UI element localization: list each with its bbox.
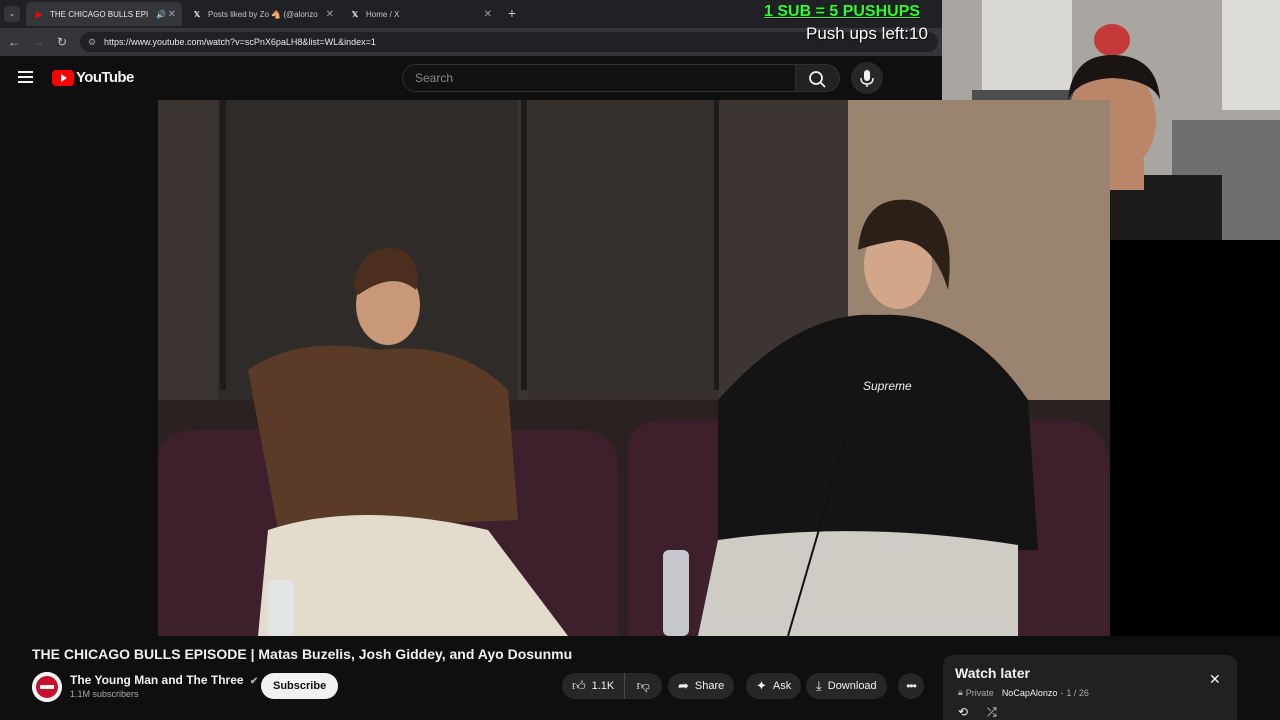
- voice-search-button[interactable]: [851, 62, 883, 94]
- video-pillarbox-right: [1110, 240, 1280, 636]
- lock-icon: 🔒︎: [958, 687, 963, 697]
- tab-youtube-video[interactable]: ▶ THE CHICAGO BULLS EPISC 🔊 ✕: [26, 2, 182, 26]
- video-title: THE CHICAGO BULLS EPISODE | Matas Buzeli…: [32, 646, 573, 662]
- sparkle-icon: ✦: [756, 678, 767, 693]
- microphone-icon: [860, 70, 874, 87]
- thumbs-down-icon: 👎︎: [636, 678, 650, 693]
- youtube-favicon-icon: ▶: [35, 9, 43, 19]
- close-tab-icon[interactable]: ✕: [326, 9, 334, 20]
- search-icon: [809, 71, 826, 88]
- channel-logo-icon: [32, 672, 62, 702]
- youtube-play-logo-icon: [52, 69, 74, 86]
- x-favicon-icon: 𝕏: [193, 9, 201, 19]
- share-arrow-icon: ➦: [678, 678, 689, 693]
- video-player[interactable]: Supreme: [158, 100, 1110, 636]
- video-actions-row: The Young Man and The Three ✔ 1.1M subsc…: [32, 670, 932, 702]
- download-button[interactable]: ⤓ Download: [806, 673, 887, 699]
- forward-arrow-icon[interactable]: →: [30, 34, 46, 50]
- close-tab-icon[interactable]: ✕: [484, 9, 492, 20]
- video-frame-image: Supreme: [158, 100, 1110, 636]
- back-arrow-icon[interactable]: ←: [6, 34, 22, 50]
- like-dislike-group: 👍︎ 1.1K 👎︎: [562, 673, 662, 699]
- channel-avatar[interactable]: [32, 672, 62, 702]
- more-actions-button[interactable]: •••: [898, 673, 924, 699]
- more-dots-icon: •••: [906, 679, 917, 693]
- ask-button[interactable]: ✦ Ask: [746, 673, 802, 699]
- pushups-left-overlay: Push ups left:10: [806, 24, 928, 43]
- sub-pushup-rule-overlay: 1 SUB = 5 PUSHUPS: [764, 3, 921, 20]
- search-button[interactable]: [796, 64, 840, 92]
- playlist-meta: 🔒︎ Private NoCapAlonzo - 1 / 26: [958, 687, 1089, 698]
- audio-playing-icon[interactable]: 🔊: [156, 10, 166, 19]
- dislike-button[interactable]: 👎︎: [625, 673, 661, 699]
- verified-check-icon: ✔: [249, 676, 259, 687]
- like-button[interactable]: 👍︎ 1.1K: [562, 673, 626, 699]
- loop-icon[interactable]: ⟲: [958, 705, 968, 719]
- channel-name[interactable]: The Young Man and The Three ✔: [70, 673, 258, 687]
- x-favicon-icon: 𝕏: [351, 9, 359, 19]
- thumbs-up-icon: 👍︎: [572, 678, 586, 693]
- download-icon: ⤓: [816, 678, 822, 693]
- new-tab-plus-icon[interactable]: +: [504, 5, 520, 21]
- subscribe-button[interactable]: Subscribe: [261, 673, 339, 699]
- tab-search-chevron-icon[interactable]: ⌄: [4, 6, 20, 22]
- browser-address-bar: ← → ↻ ⚙ https://www.youtube.com/watch?v=…: [0, 28, 942, 56]
- tab-x-likes[interactable]: 𝕏 Posts liked by Zo 🐴 (@alonzo ✕: [184, 2, 340, 26]
- search-input[interactable]: Search: [402, 64, 796, 92]
- site-info-icon[interactable]: ⚙: [88, 32, 96, 52]
- hoodie-logo-text: Supreme: [863, 379, 912, 393]
- menu-hamburger-icon[interactable]: [18, 70, 34, 84]
- shuffle-icon[interactable]: ⤮: [987, 705, 997, 720]
- subscriber-count: 1.1M subscribers: [70, 689, 139, 699]
- close-tab-icon[interactable]: ✕: [168, 9, 176, 20]
- watch-later-panel: Watch later 🔒︎ Private NoCapAlonzo - 1 /…: [943, 655, 1237, 720]
- youtube-logo[interactable]: YouTube: [52, 69, 134, 86]
- share-button[interactable]: ➦ Share: [668, 673, 735, 699]
- playlist-title[interactable]: Watch later: [955, 665, 1030, 681]
- reload-icon[interactable]: ↻: [54, 34, 70, 50]
- tab-x-home[interactable]: 𝕏 Home / X ✕: [342, 2, 498, 26]
- close-playlist-icon[interactable]: ✕: [1209, 671, 1221, 688]
- youtube-header: YouTube Search: [0, 56, 942, 100]
